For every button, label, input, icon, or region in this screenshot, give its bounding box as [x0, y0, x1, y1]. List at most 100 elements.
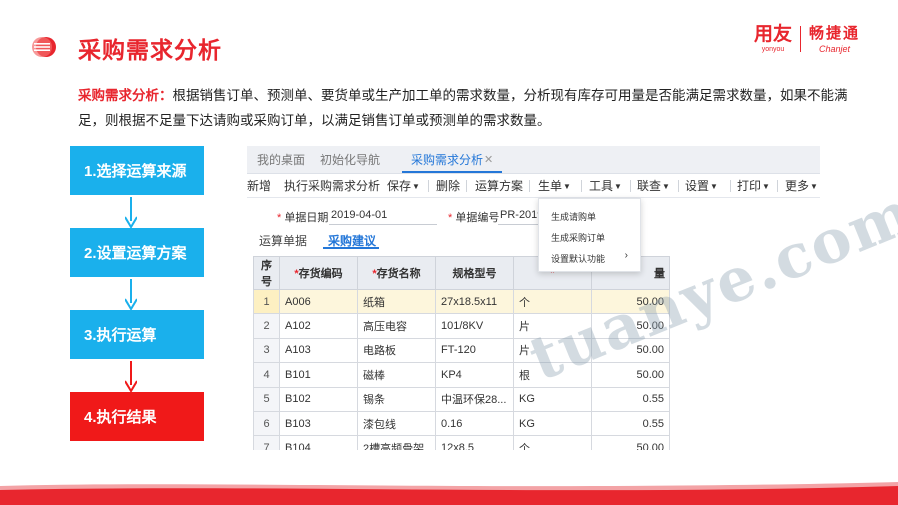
chevron-down-icon: ▼	[614, 182, 622, 191]
cell-name[interactable]: 高压电容	[357, 313, 436, 339]
cell-qty[interactable]: 0.55	[591, 410, 670, 437]
col-header-name[interactable]: *存货名称	[357, 256, 436, 290]
generate-label: 生单	[538, 179, 563, 193]
date-label: * 单据日期	[277, 212, 329, 224]
tools-label: 工具	[589, 179, 614, 193]
cell-spec[interactable]: FT-120	[435, 337, 514, 364]
table-row[interactable]: 6 B103 漆包线 0.16 KG 0.55	[253, 410, 670, 437]
cell-code[interactable]: A103	[279, 337, 358, 364]
row-index: 6	[253, 410, 280, 437]
chevron-right-icon: ›	[624, 250, 628, 261]
row-index: 7	[253, 435, 280, 450]
chevron-down-icon: ▼	[662, 182, 670, 191]
chevron-down-icon: ▼	[710, 182, 718, 191]
save-label: 保存	[387, 179, 412, 193]
chevron-down-icon: ▼	[563, 182, 571, 191]
cell-code[interactable]: B102	[279, 386, 358, 412]
cell-spec[interactable]: 27x18.5x11	[435, 288, 514, 315]
date-field-underline	[329, 224, 437, 225]
col-header-spec[interactable]: 规格型号	[435, 256, 514, 290]
col-header-code[interactable]: *存货编码	[279, 256, 358, 290]
cell-qty[interactable]: 50.00	[591, 435, 670, 450]
subtab-active-indicator	[323, 247, 379, 249]
arrow-down-icon	[125, 279, 137, 311]
menu-item-requisition[interactable]: 生成请购单	[551, 210, 596, 223]
table-row[interactable]: 7 B104 2槽高频骨架 12x8.5 个 50.00	[253, 435, 670, 450]
row-index: 4	[253, 362, 280, 388]
tab-bar: 我的桌面 初始化导航 采购需求分析 ✕	[247, 146, 820, 174]
tools-button[interactable]: 工具▼	[589, 174, 622, 198]
settings-button[interactable]: 设置▼	[685, 174, 718, 198]
brand-yonyou-en: yonyou	[761, 46, 785, 53]
menu-item-purchase-order[interactable]: 生成采购订单	[551, 231, 605, 244]
cell-name[interactable]: 2槽高频骨架	[357, 435, 436, 450]
cell-code[interactable]: B101	[279, 362, 358, 388]
cell-name[interactable]: 纸箱	[357, 288, 436, 315]
cell-qty[interactable]: 0.55	[591, 386, 670, 412]
cell-code[interactable]: B104	[279, 435, 358, 450]
toolbar-divider	[630, 180, 631, 192]
toolbar: 新增 执行采购需求分析 保存▼ 删除 运算方案 生单▼ 工具▼ 联查▼ 设置▼ …	[247, 174, 820, 198]
toolbar-divider	[777, 180, 778, 192]
cell-spec[interactable]: 12x8.5	[435, 435, 514, 450]
date-field[interactable]: 2019-04-01	[331, 209, 387, 221]
tab-active-indicator	[402, 171, 502, 173]
toolbar-divider	[678, 180, 679, 192]
description-text: 根据销售订单、预测单、要货单或生产加工单的需求数量，分析现有库存可用量是否能满足…	[78, 88, 848, 128]
cell-spec[interactable]: KP4	[435, 362, 514, 388]
row-index: 3	[253, 337, 280, 364]
settings-label: 设置	[685, 179, 710, 193]
row-index: 1	[253, 288, 280, 315]
tab-my-desktop[interactable]: 我的桌面	[257, 146, 305, 174]
tab-init-guide[interactable]: 初始化导航	[320, 146, 380, 174]
menu-item-default-function[interactable]: 设置默认功能	[551, 252, 605, 265]
cell-spec[interactable]: 中温环保28...	[435, 386, 514, 412]
table-row[interactable]: 5 B102 锡条 中温环保28... KG 0.55	[253, 386, 670, 412]
delete-button[interactable]: 删除	[436, 174, 460, 198]
brand-divider	[799, 26, 801, 52]
generate-order-button[interactable]: 生单▼	[538, 174, 571, 198]
toolbar-divider	[428, 180, 429, 192]
cell-unit[interactable]: 个	[513, 435, 592, 450]
more-button[interactable]: 更多▼	[785, 174, 818, 198]
cell-spec[interactable]: 101/8KV	[435, 313, 514, 339]
save-button[interactable]: 保存▼	[387, 174, 420, 198]
description: 采购需求分析：根据销售订单、预测单、要货单或生产加工单的需求数量，分析现有库存可…	[78, 83, 868, 133]
close-icon[interactable]: ✕	[484, 146, 493, 174]
brand-logo: 用友 yonyou 畅捷通 Chanjet	[754, 24, 860, 54]
cell-code[interactable]: A102	[279, 313, 358, 339]
cell-name[interactable]: 电路板	[357, 337, 436, 364]
brand-yonyou-cn: 用友	[753, 24, 792, 45]
code-field-underline	[498, 224, 538, 225]
print-button[interactable]: 打印▼	[737, 174, 770, 198]
cell-name[interactable]: 漆包线	[357, 410, 436, 437]
brand-chanjet-cn: 畅捷通	[808, 25, 860, 42]
cell-name[interactable]: 磁棒	[357, 362, 436, 388]
toolbar-divider	[466, 180, 467, 192]
subtab-calc-docs[interactable]: 运算单据	[259, 232, 307, 249]
slide-title: 采购需求分析	[78, 37, 222, 63]
add-button[interactable]: 新增	[247, 174, 271, 198]
run-analysis-button[interactable]: 执行采购需求分析	[284, 174, 380, 198]
chevron-down-icon: ▼	[762, 182, 770, 191]
cell-code[interactable]: B103	[279, 410, 358, 437]
toolbar-divider	[730, 180, 731, 192]
code-label: * 单据编号	[448, 212, 500, 224]
print-label: 打印	[737, 179, 762, 193]
link-label: 联查	[637, 179, 662, 193]
calc-scheme-button[interactable]: 运算方案	[475, 174, 523, 198]
col-header-index[interactable]: 序号	[253, 256, 280, 290]
cell-name[interactable]: 锡条	[357, 386, 436, 412]
logo-circle-icon	[32, 37, 56, 57]
code-field[interactable]: PR-2019	[500, 209, 543, 221]
link-query-button[interactable]: 联查▼	[637, 174, 670, 198]
arrow-down-icon	[125, 361, 137, 393]
tab-purchase-analysis[interactable]: 采购需求分析	[411, 146, 483, 174]
step-2: 2.设置运算方案	[70, 228, 204, 277]
arrow-down-icon	[125, 197, 137, 229]
cell-code[interactable]: A006	[279, 288, 358, 315]
step-3: 3.执行运算	[70, 310, 204, 359]
cell-spec[interactable]: 0.16	[435, 410, 514, 437]
cell-unit[interactable]: KG	[513, 410, 592, 437]
row-index: 2	[253, 313, 280, 339]
